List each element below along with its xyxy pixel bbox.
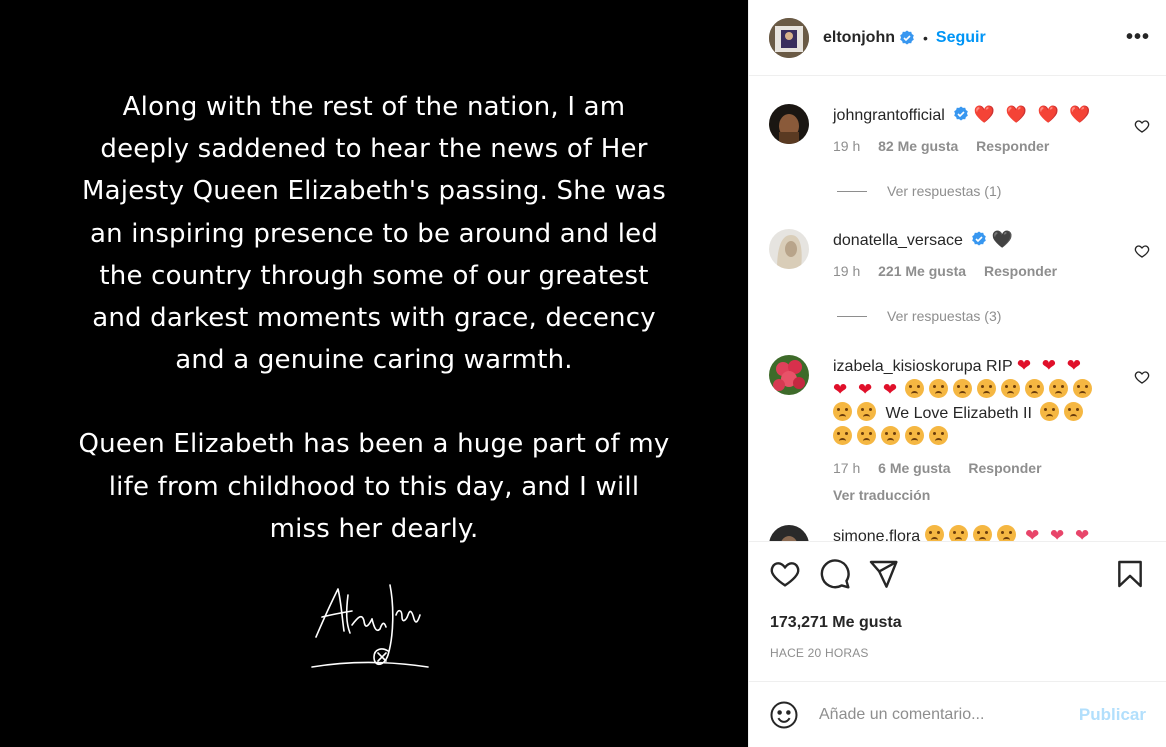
author-avatar[interactable]: [769, 17, 809, 58]
emoji-smiley-icon[interactable]: [769, 700, 799, 730]
comment-time: 19 h: [833, 263, 861, 279]
reply-button[interactable]: Responder: [968, 460, 1041, 476]
sad-face-icon: [833, 425, 852, 445]
comment-body: simone.flora ❤ ❤ ❤: [833, 525, 1120, 542]
sad-face-icon: [1040, 402, 1060, 421]
comment-username[interactable]: simone.flora: [833, 528, 920, 542]
comment-meta: 17 h 6 Me gusta Responder: [833, 457, 1120, 480]
post-side-panel: eltonjohn • Seguir ••• johngrantofficial: [748, 0, 1166, 747]
commenter-avatar[interactable]: [769, 104, 809, 144]
comment-text: ❤️ ❤️ ❤️ ❤️: [973, 105, 1094, 124]
share-send-icon[interactable]: [867, 558, 899, 590]
commenter-avatar[interactable]: [769, 229, 809, 269]
comment-bubble-icon[interactable]: [819, 558, 851, 590]
heart-emoji: ❤ ❤ ❤: [1016, 356, 1085, 375]
verified-badge-icon: [900, 30, 914, 44]
post-timestamp[interactable]: HACE 20 HORAS: [770, 646, 869, 660]
sad-face-icon: [905, 425, 924, 445]
commenter-avatar[interactable]: [769, 525, 809, 542]
comment-body: johngrantofficial ❤️ ❤️ ❤️ ❤️ 19 h 82 Me…: [833, 104, 1120, 157]
sad-face-icon: [1072, 378, 1092, 398]
post-header: eltonjohn • Seguir •••: [749, 0, 1166, 76]
sad-face-icon: [972, 525, 992, 542]
comment-username[interactable]: donatella_versace: [833, 232, 963, 249]
view-replies-button[interactable]: Ver respuestas (3): [837, 308, 1001, 324]
comment-text-prefix: RIP: [985, 358, 1013, 375]
heart-emoji: ❤ ❤ ❤: [1025, 526, 1093, 542]
comment-likes[interactable]: 221 Me gusta: [878, 263, 966, 279]
post-paragraph-2: Queen Elizabeth has been a huge part of …: [78, 429, 670, 544]
sad-face-icon: [952, 378, 972, 398]
handwritten-signature: [311, 584, 429, 668]
follow-button[interactable]: Seguir: [936, 29, 986, 47]
commenter-avatar[interactable]: [769, 355, 809, 395]
reply-button[interactable]: Responder: [984, 263, 1057, 279]
post-actions: 173,271 Me gusta HACE 20 HORAS: [749, 541, 1166, 681]
header-separator: •: [922, 29, 928, 46]
comment-text: 🖤: [991, 230, 1013, 249]
author-username[interactable]: eltonjohn: [823, 29, 895, 47]
sad-face-icon: [833, 402, 852, 421]
comment-like-heart-icon[interactable]: [1134, 243, 1150, 259]
comment-like-heart-icon[interactable]: [1134, 369, 1150, 385]
post-message: Along with the rest of the nation, I am …: [0, 86, 748, 550]
sad-face-icon: [924, 525, 944, 542]
comment-body: donatella_versace 🖤 19 h 221 Me gusta Re…: [833, 229, 1120, 282]
sad-face-icon: [948, 525, 968, 542]
sad-face-icon: [857, 425, 876, 445]
verified-badge-icon: [972, 231, 987, 246]
reply-button[interactable]: Responder: [976, 138, 1049, 154]
comment-meta: 19 h 221 Me gusta Responder: [833, 260, 1120, 282]
comment-body: izabela_kisioskorupa RIP ❤ ❤ ❤ ❤ ❤ ❤ We …: [833, 355, 1120, 506]
sad-face-icon: [857, 402, 876, 421]
sad-face-icon: [1000, 378, 1020, 398]
likes-count[interactable]: 173,271 Me gusta: [770, 614, 902, 632]
save-bookmark-icon[interactable]: [1114, 558, 1146, 590]
comment-time: 19 h: [833, 138, 861, 154]
post-paragraph-1: Along with the rest of the nation, I am …: [82, 92, 666, 376]
see-translation-button[interactable]: Ver traducción: [833, 484, 1120, 507]
comments-list[interactable]: johngrantofficial ❤️ ❤️ ❤️ ❤️ 19 h 82 Me…: [749, 76, 1166, 542]
comment-username[interactable]: izabela_kisioskorupa: [833, 358, 982, 375]
view-replies-button[interactable]: Ver respuestas (1): [837, 183, 1001, 199]
comment-likes[interactable]: 82 Me gusta: [878, 138, 958, 154]
comment-item: simone.flora ❤ ❤ ❤: [769, 525, 1150, 542]
publish-button[interactable]: Publicar: [1079, 705, 1146, 725]
like-heart-icon[interactable]: [769, 558, 801, 590]
sad-face-icon: [976, 378, 996, 398]
post-image: Along with the rest of the nation, I am …: [0, 0, 748, 747]
heart-emoji: ❤ ❤ ❤: [833, 379, 901, 399]
comment-likes[interactable]: 6 Me gusta: [878, 460, 950, 476]
view-replies-label: Ver respuestas (1): [887, 183, 1002, 199]
verified-badge-icon: [954, 106, 969, 121]
comment-like-heart-icon[interactable]: [1134, 118, 1150, 134]
sad-face-icon: [904, 378, 924, 398]
sad-face-icon: [1064, 402, 1084, 421]
comment-time: 17 h: [833, 460, 861, 476]
sad-face-icon: [928, 378, 948, 398]
add-comment-bar: Publicar: [749, 681, 1166, 747]
sad-face-icon: [1048, 378, 1068, 398]
comment-text-middle: We Love Elizabeth II: [885, 405, 1032, 422]
sad-face-icon: [996, 525, 1016, 542]
comment-item: izabela_kisioskorupa RIP ❤ ❤ ❤ ❤ ❤ ❤ We …: [769, 355, 1150, 505]
comment-username[interactable]: johngrantofficial: [833, 107, 945, 124]
action-icons: [769, 558, 1146, 590]
sad-face-icon: [929, 425, 948, 445]
view-replies-label: Ver respuestas (3): [887, 308, 1002, 324]
sad-face-icon: [881, 425, 900, 445]
more-options-icon[interactable]: •••: [1126, 26, 1150, 49]
comment-input[interactable]: [819, 705, 1079, 724]
sad-face-icon: [1024, 378, 1044, 398]
comment-meta: 19 h 82 Me gusta Responder: [833, 135, 1120, 157]
